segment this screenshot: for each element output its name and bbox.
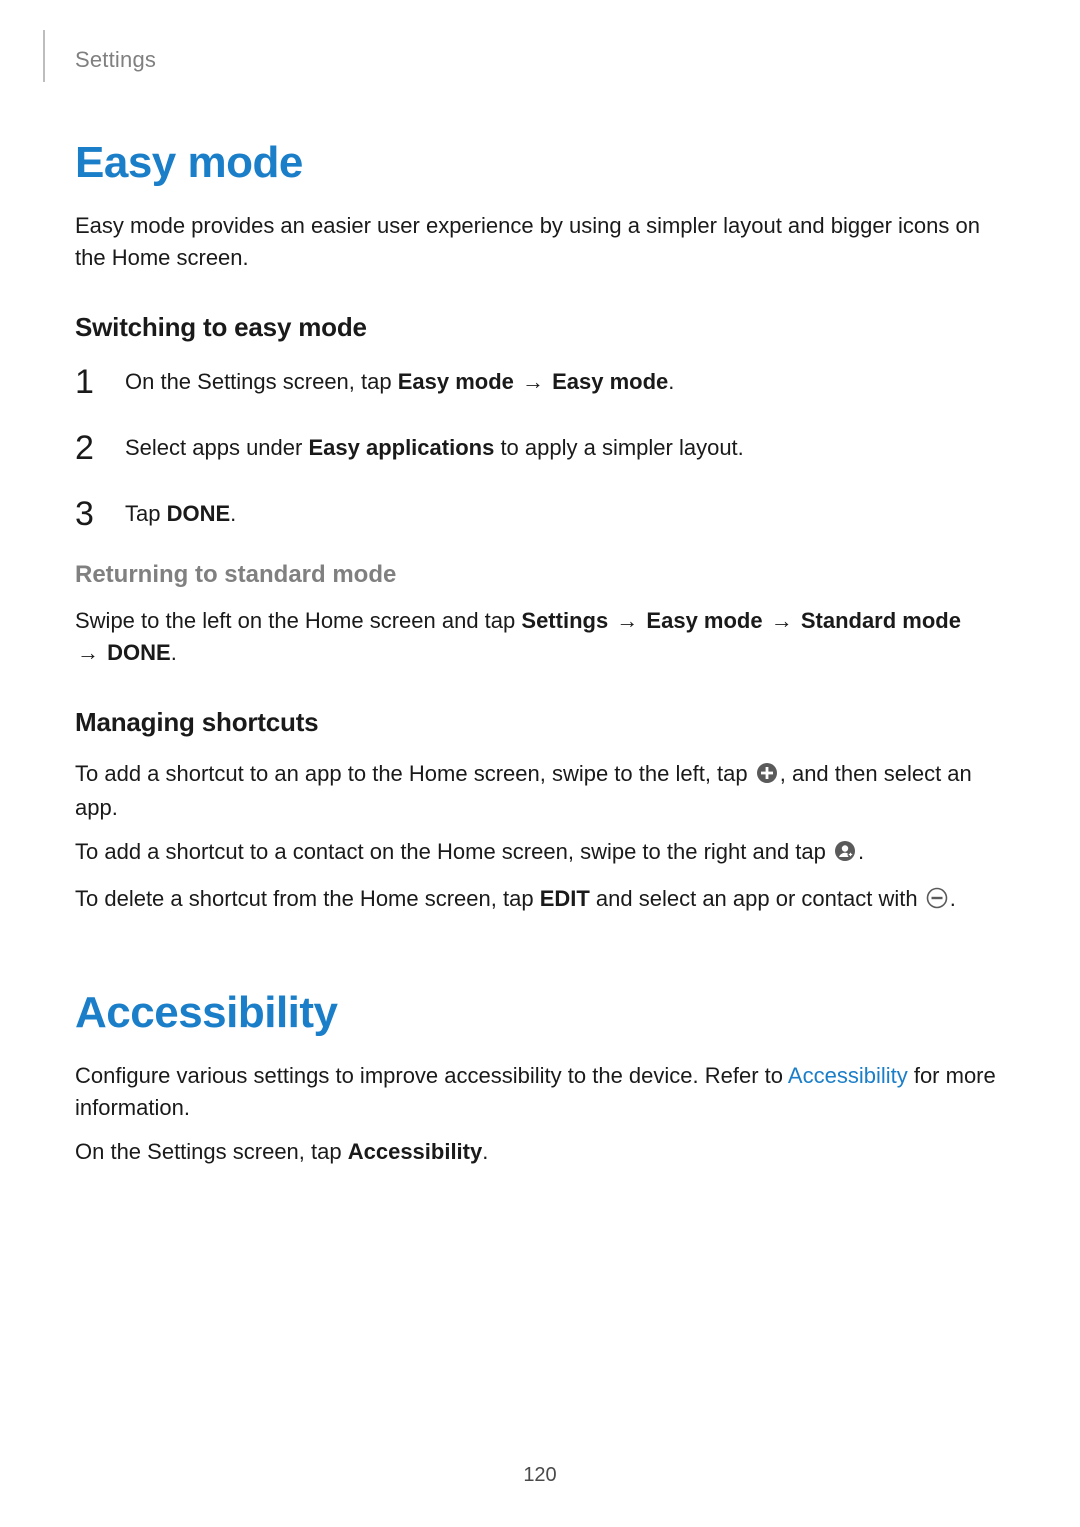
step-1-text-post: . xyxy=(668,369,674,394)
section-title-easy-mode: Easy mode xyxy=(75,138,1005,188)
managing-l2-pre: To add a shortcut to a contact on the Ho… xyxy=(75,839,832,864)
header-rule xyxy=(43,30,45,82)
page-content: Easy mode Easy mode provides an easier u… xyxy=(75,90,1005,1168)
accessibility-p2: On the Settings screen, tap Accessibilit… xyxy=(75,1136,1005,1168)
plus-circle-icon xyxy=(756,761,778,793)
managing-line-2: To add a shortcut to a contact on the Ho… xyxy=(75,836,1005,871)
step-1-text-pre: On the Settings screen, tap xyxy=(125,369,398,394)
accessibility-p2-bold: Accessibility xyxy=(348,1139,483,1164)
minus-circle-icon xyxy=(926,886,948,918)
managing-l3-mid: and select an app or contact with xyxy=(590,886,924,911)
section-accessibility: Accessibility Configure various settings… xyxy=(75,988,1005,1168)
returning-pre: Swipe to the left on the Home screen and… xyxy=(75,608,521,633)
step-2: Select apps under Easy applications to a… xyxy=(75,429,1005,467)
managing-line-3: To delete a shortcut from the Home scree… xyxy=(75,883,1005,918)
arrow-icon: → xyxy=(514,369,552,394)
breadcrumb: Settings xyxy=(75,47,156,73)
managing-l3-pre: To delete a shortcut from the Home scree… xyxy=(75,886,540,911)
switching-steps: On the Settings screen, tap Easy mode → … xyxy=(75,363,1005,533)
arrow-icon: → xyxy=(763,608,801,633)
returning-b1: Settings xyxy=(521,608,608,633)
managing-l3-post: . xyxy=(950,886,956,911)
manual-page: Settings Easy mode Easy mode provides an… xyxy=(0,0,1080,1527)
arrow-icon: → xyxy=(75,640,107,665)
managing-l1-pre: To add a shortcut to an app to the Home … xyxy=(75,761,754,786)
managing-l3-bold: EDIT xyxy=(540,886,590,911)
step-3: Tap DONE. xyxy=(75,495,1005,533)
step-2-text-pre: Select apps under xyxy=(125,435,308,460)
accessibility-link[interactable]: Accessibility xyxy=(788,1063,908,1088)
add-contact-icon xyxy=(834,839,856,871)
subhead-switching: Switching to easy mode xyxy=(75,312,1005,343)
step-2-bold: Easy applications xyxy=(308,435,494,460)
step-3-bold: DONE xyxy=(167,501,231,526)
step-3-text-post: . xyxy=(230,501,236,526)
step-1-bold-2: Easy mode xyxy=(552,369,668,394)
easy-mode-intro: Easy mode provides an easier user experi… xyxy=(75,210,1005,274)
step-1-bold-1: Easy mode xyxy=(398,369,514,394)
returning-b4: DONE xyxy=(107,640,171,665)
page-number: 120 xyxy=(0,1464,1080,1487)
minorhead-returning: Returning to standard mode xyxy=(75,561,1005,589)
accessibility-p1: Configure various settings to improve ac… xyxy=(75,1060,1005,1124)
arrow-icon: → xyxy=(608,608,646,633)
accessibility-p2-post: . xyxy=(482,1139,488,1164)
managing-l2-post: . xyxy=(858,839,864,864)
section-title-accessibility: Accessibility xyxy=(75,988,1005,1038)
accessibility-p1-pre: Configure various settings to improve ac… xyxy=(75,1063,788,1088)
managing-line-1: To add a shortcut to an app to the Home … xyxy=(75,758,1005,825)
step-3-text-pre: Tap xyxy=(125,501,167,526)
step-2-text-post: to apply a simpler layout. xyxy=(494,435,743,460)
accessibility-p2-pre: On the Settings screen, tap xyxy=(75,1139,348,1164)
returning-post: . xyxy=(171,640,177,665)
step-1: On the Settings screen, tap Easy mode → … xyxy=(75,363,1005,401)
returning-paragraph: Swipe to the left on the Home screen and… xyxy=(75,605,1005,669)
page-header: Settings xyxy=(75,30,1005,90)
returning-b3: Standard mode xyxy=(801,608,961,633)
subhead-managing: Managing shortcuts xyxy=(75,707,1005,738)
returning-b2: Easy mode xyxy=(646,608,762,633)
